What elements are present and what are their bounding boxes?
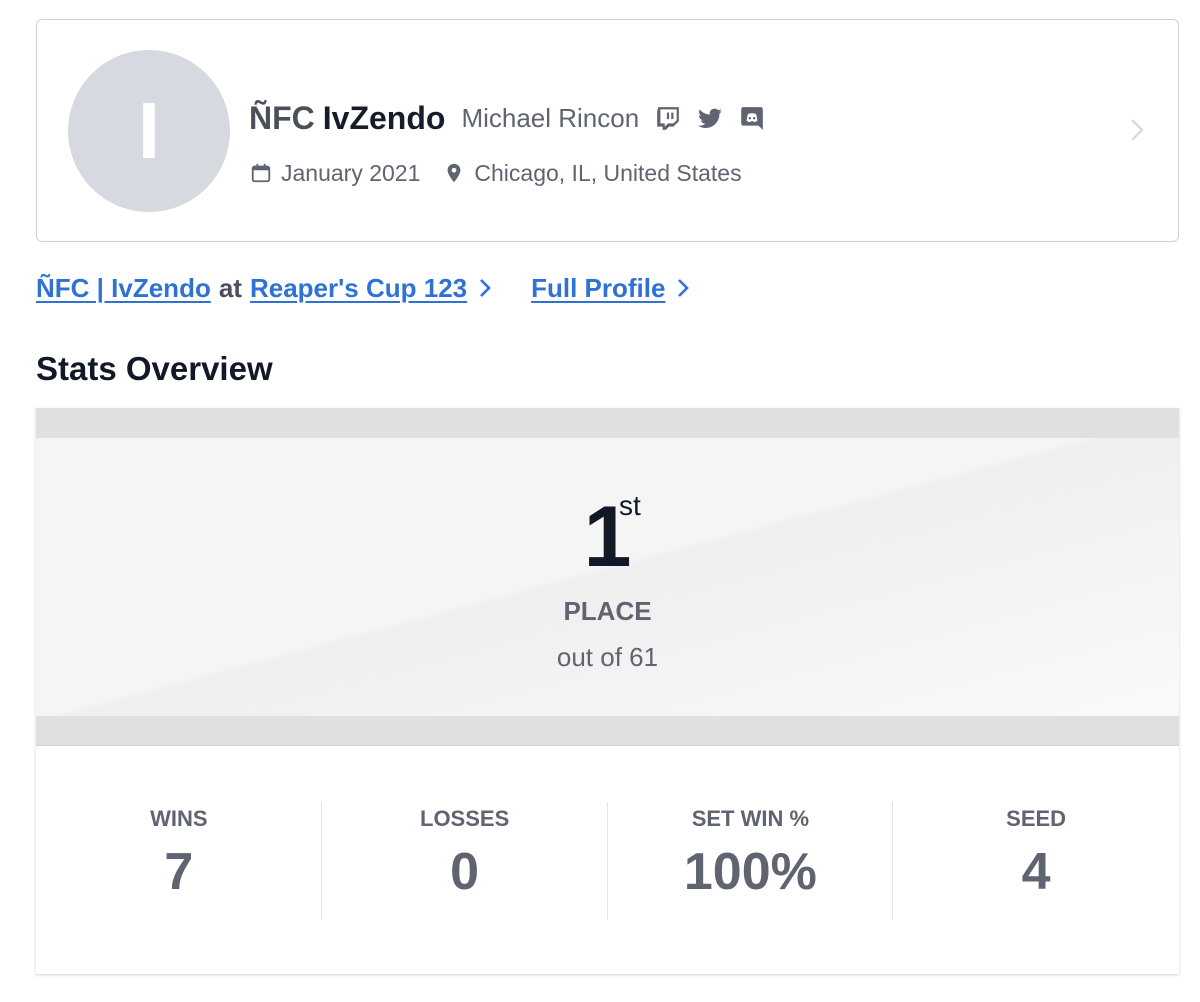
stat-value: 0 [450, 843, 480, 901]
profile-name-row: ÑFC IvZendo Michael Rincon [249, 98, 779, 138]
stat-value: 7 [164, 843, 194, 901]
stat-value: 100% [683, 843, 817, 901]
real-name: Michael Rincon [461, 102, 640, 133]
stat-label: SEED [1006, 806, 1067, 831]
link-joiner: at [218, 272, 242, 303]
avatar: I [68, 50, 230, 212]
stat-label: WINS [150, 806, 208, 831]
place-out-of: out of 61 [556, 642, 659, 672]
stat-seed: SEED 4 [893, 746, 1179, 974]
stats-overview-panel: 1 st PLACE out of 61 WINS 7 LOSSES 0 SET… [36, 408, 1179, 974]
profile-meta-row: January 2021 Chicago, IL, United States [249, 158, 742, 188]
player-event-link[interactable]: ÑFC | IvZendo [36, 273, 211, 304]
tournament-link[interactable]: Reaper's Cup 123 [250, 273, 467, 304]
twitch-icon[interactable] [653, 103, 683, 133]
chevron-right-icon[interactable] [677, 278, 690, 298]
stat-label: SET WIN % [691, 806, 810, 831]
stat-wins: WINS 7 [36, 746, 322, 974]
top-band [36, 408, 1179, 438]
stats-overview-title: Stats Overview [36, 350, 273, 387]
chevron-right-icon[interactable] [479, 278, 491, 298]
location-pin-icon [442, 161, 466, 185]
bottom-band [36, 716, 1179, 746]
chevron-right-icon[interactable] [1126, 116, 1148, 144]
full-profile-link[interactable]: Full Profile [531, 273, 665, 304]
team-prefix: ÑFC [249, 99, 315, 136]
profile-card[interactable]: I ÑFC IvZendo Michael Rincon January 202… [36, 19, 1179, 242]
discord-icon[interactable] [737, 103, 767, 133]
stat-losses: LOSSES 0 [322, 746, 608, 974]
gamertag: IvZendo [322, 99, 446, 136]
links-row: ÑFC | IvZendo at Reaper's Cup 123 Full P… [36, 268, 729, 308]
joined-date: January 2021 [281, 159, 421, 186]
stats-row: WINS 7 LOSSES 0 SET WIN % 100% SEED 4 [36, 746, 1179, 974]
stat-value: 4 [1021, 843, 1051, 901]
avatar-initial: I [137, 86, 161, 175]
calendar-icon [249, 161, 273, 185]
placement-panel: 1 st PLACE out of 61 [36, 438, 1179, 716]
place-number: 1 [583, 489, 632, 585]
place-label: PLACE [563, 596, 652, 626]
place-suffix: st [619, 490, 641, 521]
stat-set-win-percent: SET WIN % 100% [608, 746, 894, 974]
twitter-icon[interactable] [695, 103, 725, 133]
location: Chicago, IL, United States [474, 159, 742, 186]
stat-label: LOSSES [420, 806, 510, 831]
